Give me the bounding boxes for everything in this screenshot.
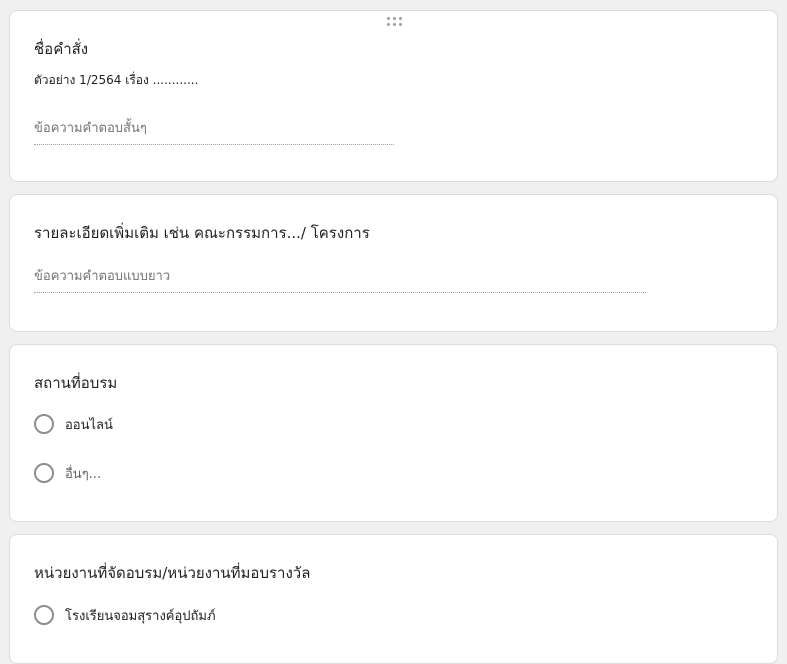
radio-option-label: ออนไลน์ bbox=[65, 417, 113, 433]
question-description: ตัวอย่าง 1/2564 เรื่อง ............ bbox=[34, 73, 199, 87]
short-answer-field[interactable]: ข้อความคำตอบสั้นๆ bbox=[34, 117, 394, 145]
drag-handle-icon[interactable] bbox=[387, 17, 405, 29]
question-card-details: รายละเอียดเพิ่มเติม เช่น คณะกรรมการ.../ … bbox=[9, 194, 778, 332]
question-card-venue: สถานที่อบรม ออนไลน์ อื่นๆ... bbox=[9, 344, 778, 522]
question-title: รายละเอียดเพิ่มเติม เช่น คณะกรรมการ.../ … bbox=[34, 224, 370, 242]
radio-option-online[interactable]: ออนไลน์ bbox=[34, 413, 113, 435]
radio-button[interactable] bbox=[34, 463, 54, 483]
question-title: หน่วยงานที่จัดอบรม/หน่วยงานที่มอบรางวัล bbox=[34, 564, 311, 582]
radio-button[interactable] bbox=[34, 605, 54, 625]
long-answer-field[interactable]: ข้อความคำตอบแบบยาว bbox=[34, 265, 646, 293]
radio-option-label: อื่นๆ... bbox=[65, 466, 102, 482]
radio-option-label: โรงเรียนจอมสุรางค์อุปถัมภ์ bbox=[65, 608, 216, 624]
question-title: สถานที่อบรม bbox=[34, 374, 118, 392]
question-title: ชื่อคำสั่ง bbox=[34, 40, 89, 58]
question-card-organizer: หน่วยงานที่จัดอบรม/หน่วยงานที่มอบรางวัล … bbox=[9, 534, 778, 664]
radio-option-other[interactable]: อื่นๆ... bbox=[34, 462, 101, 484]
radio-option-school[interactable]: โรงเรียนจอมสุรางค์อุปถัมภ์ bbox=[34, 604, 216, 626]
radio-button[interactable] bbox=[34, 414, 54, 434]
question-card-order-name: ชื่อคำสั่ง ตัวอย่าง 1/2564 เรื่อง ......… bbox=[9, 10, 778, 182]
